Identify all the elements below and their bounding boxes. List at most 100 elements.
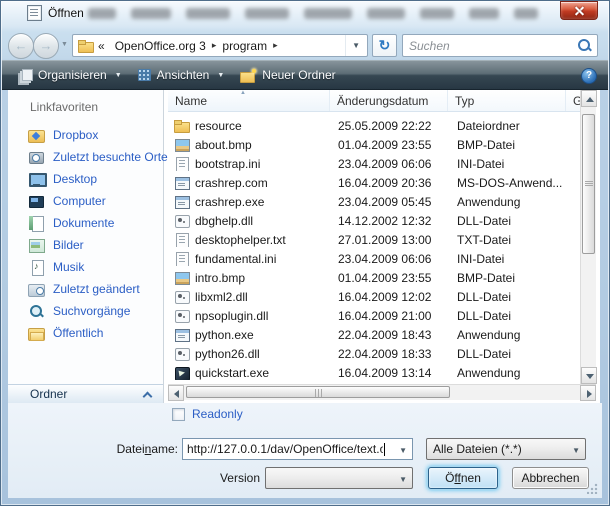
views-button[interactable]: Ansichten ▼ — [130, 63, 233, 87]
sidebar-item-searches[interactable]: Suchvorgänge — [18, 300, 161, 322]
computer-icon — [28, 194, 45, 209]
dropbox-icon — [28, 128, 45, 143]
scroll-down-button[interactable] — [581, 367, 597, 384]
sidebar-items: Dropbox Zuletzt besuchte Orte Desktop Co… — [18, 124, 161, 344]
horizontal-scroll-thumb[interactable] — [186, 386, 450, 398]
table-row[interactable]: python.exe 22.04.2009 18:43 Anwendung — [168, 325, 580, 344]
back-button[interactable]: ← — [8, 33, 34, 59]
scroll-left-button[interactable] — [168, 385, 184, 401]
filename-label: Dateiname: — [78, 442, 178, 456]
cancel-button[interactable]: Abbrechen — [512, 467, 589, 489]
sidebar-item-pictures[interactable]: Bilder — [18, 234, 161, 256]
search-box — [402, 34, 598, 57]
sort-ascending-icon: ▲ — [240, 90, 246, 96]
forward-button[interactable]: → — [33, 33, 59, 59]
ini-file-icon — [174, 157, 189, 171]
public-icon — [28, 326, 45, 341]
document-icon — [27, 5, 42, 21]
favorites-sidebar: Linkfavoriten Dropbox Zuletzt besuchte O… — [8, 90, 164, 403]
open-button[interactable]: Öffnen — [428, 467, 498, 489]
horizontal-scrollbar[interactable] — [168, 384, 596, 400]
views-icon — [138, 69, 151, 81]
organize-icon — [18, 69, 32, 82]
list-header: Name ▲ Änderungsdatum Typ G — [168, 90, 580, 112]
filename-combobox[interactable]: http://127.0.0.1/dav/OpenOffice/text.odt… — [182, 438, 413, 460]
breadcrumb-collapsed-icon[interactable]: « — [98, 39, 105, 53]
sidebar-header: Linkfavoriten — [30, 100, 98, 114]
blurred-background-menu — [88, 8, 538, 20]
new-folder-button[interactable]: Neuer Ordner — [232, 63, 343, 87]
chevron-up-icon — [143, 392, 153, 402]
breadcrumb-chevron-icon[interactable]: ▸ — [271, 40, 280, 51]
column-header-size[interactable]: G — [566, 90, 580, 111]
desktop-icon — [28, 172, 45, 187]
vertical-scroll-thumb[interactable] — [582, 114, 595, 254]
table-row[interactable]: libxml2.dll 16.04.2009 12:02 DLL-Datei — [168, 287, 580, 306]
filename-value: http://127.0.0.1/dav/OpenOffice/text.odt — [183, 442, 383, 456]
breadcrumb-segment-program[interactable]: program — [218, 39, 271, 53]
sidebar-item-recently-changed[interactable]: Zuletzt geändert — [18, 278, 161, 300]
help-button[interactable]: ? — [581, 68, 597, 84]
search-icon — [577, 38, 593, 54]
column-header-name[interactable]: Name ▲ — [168, 90, 330, 111]
folders-expander[interactable]: Ordner — [8, 384, 163, 403]
triangle-up-icon — [586, 97, 594, 102]
chevron-down-icon: ▼ — [115, 72, 122, 79]
organize-button[interactable]: Organisieren ▼ — [10, 63, 130, 87]
table-row[interactable]: crashrep.exe 23.04.2009 05:45 Anwendung — [168, 192, 580, 211]
version-dropdown[interactable]: ▼ — [265, 467, 413, 489]
table-row[interactable]: about.bmp 01.04.2009 23:55 BMP-Datei — [168, 135, 580, 154]
breadcrumb[interactable]: « OpenOffice.org 3 ▸ program ▸ ▼ — [72, 34, 368, 57]
dll-file-icon — [174, 214, 189, 228]
column-header-date[interactable]: Änderungsdatum — [330, 90, 448, 111]
table-row[interactable]: crashrep.com 16.04.2009 20:36 MS-DOS-Anw… — [168, 173, 580, 192]
app-file-icon — [174, 195, 189, 209]
breadcrumb-segment-openoffice[interactable]: OpenOffice.org 3 — [111, 39, 210, 53]
table-row[interactable]: python26.dll 22.04.2009 18:33 DLL-Datei — [168, 344, 580, 363]
scroll-right-button[interactable] — [580, 385, 596, 401]
column-header-type[interactable]: Typ — [448, 90, 566, 111]
resize-grip[interactable] — [587, 483, 598, 494]
app-file-icon — [174, 176, 189, 190]
close-button[interactable] — [560, 1, 598, 20]
table-row[interactable]: resource 25.05.2009 22:22 Dateiordner — [168, 116, 580, 135]
table-row[interactable]: quickstart.exe 16.04.2009 13:14 Anwendun… — [168, 363, 580, 382]
sidebar-item-computer[interactable]: Computer — [18, 190, 161, 212]
triangle-left-icon — [174, 390, 179, 398]
pictures-icon — [28, 238, 45, 253]
scroll-up-button[interactable] — [581, 90, 597, 107]
folder-icon — [174, 119, 189, 133]
dll-file-icon — [174, 347, 189, 361]
address-dropdown-icon[interactable]: ▼ — [345, 35, 367, 56]
command-toolbar: Organisieren ▼ Ansichten ▼ Neuer Ordner … — [2, 60, 608, 90]
dll-file-icon — [174, 290, 189, 304]
table-row[interactable]: fundamental.ini 23.04.2009 06:06 INI-Dat… — [168, 249, 580, 268]
new-folder-icon — [240, 69, 256, 82]
sidebar-item-recent-places[interactable]: Zuletzt besuchte Orte — [18, 146, 161, 168]
table-row[interactable]: bootstrap.ini 23.04.2009 06:06 INI-Datei — [168, 154, 580, 173]
version-label: Version — [160, 471, 260, 485]
triangle-right-icon — [587, 390, 592, 398]
sidebar-item-music[interactable]: Musik — [18, 256, 161, 278]
search-input[interactable] — [403, 39, 577, 53]
readonly-checkbox[interactable] — [172, 408, 185, 421]
sidebar-item-documents[interactable]: Dokumente — [18, 212, 161, 234]
table-row[interactable]: npsoplugin.dll 16.04.2009 21:00 DLL-Date… — [168, 306, 580, 325]
refresh-button[interactable]: ↻ — [372, 34, 397, 57]
table-row[interactable]: intro.bmp 01.04.2009 23:55 BMP-Datei — [168, 268, 580, 287]
vertical-scrollbar[interactable] — [580, 90, 596, 384]
breadcrumb-chevron-icon[interactable]: ▸ — [210, 40, 219, 51]
sidebar-item-dropbox[interactable]: Dropbox — [18, 124, 161, 146]
table-row[interactable]: desktophelper.txt 27.01.2009 13:00 TXT-D… — [168, 230, 580, 249]
table-row[interactable]: dbghelp.dll 14.12.2002 12:32 DLL-Datei — [168, 211, 580, 230]
filetype-dropdown[interactable]: Alle Dateien (*.*) ▼ — [426, 438, 586, 460]
bmp-file-icon — [174, 138, 189, 152]
chevron-down-icon: ▼ — [399, 475, 407, 484]
title-bar[interactable]: Öffnen — [0, 0, 610, 30]
open-dialog: Öffnen ← → ▼ « OpenOffice.org 3 ▸ progra… — [0, 0, 610, 506]
searches-icon — [28, 304, 45, 319]
sidebar-item-public[interactable]: Öffentlich — [18, 322, 161, 344]
recent-pages-dropdown-icon[interactable]: ▼ — [61, 41, 68, 48]
sidebar-item-desktop[interactable]: Desktop — [18, 168, 161, 190]
text-caret — [384, 443, 385, 456]
